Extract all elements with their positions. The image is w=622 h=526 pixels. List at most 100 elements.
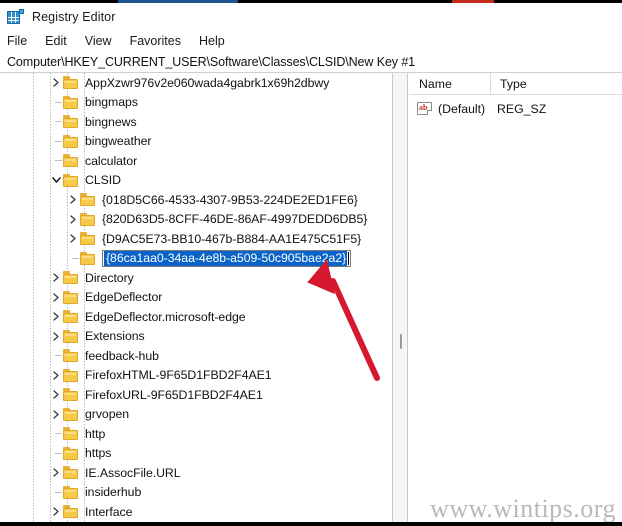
tree-elbow	[49, 93, 63, 113]
column-header-name[interactable]: Name	[409, 72, 491, 95]
tree-item-label: IE.AssocFile.URL	[85, 465, 181, 480]
menu-item-help[interactable]: Help	[199, 32, 234, 50]
chevron-down-icon[interactable]	[49, 171, 63, 191]
column-header-type[interactable]: Type	[491, 73, 622, 95]
tree-item-calculator[interactable]: calculator	[0, 151, 392, 171]
tree-item-directory[interactable]: Directory	[0, 268, 392, 288]
chevron-right-icon[interactable]	[49, 307, 63, 327]
tree-item-label: https	[85, 446, 112, 461]
tree-item-label: calculator	[85, 153, 138, 168]
folder-icon	[63, 485, 80, 499]
tree-item-018d5c66-4533-4307-9b53-224de2ed1fe6[interactable]: {018D5C66-4533-4307-9B53-224DE2ED1FE6}	[0, 190, 392, 210]
tree-item-bingmaps[interactable]: bingmaps	[0, 93, 392, 113]
tree-item-ie-assocfile-url[interactable]: IE.AssocFile.URL	[0, 463, 392, 483]
tree-item-feedback-hub[interactable]: feedback-hub	[0, 346, 392, 366]
tree-item-label: AppXzwr976v2e060wada4gabrk1x69h2dbwy	[85, 75, 330, 90]
chevron-right-icon[interactable]	[66, 229, 80, 249]
tree-item-label: feedback-hub	[85, 348, 159, 363]
menu-item-favorites[interactable]: Favorites	[130, 32, 190, 50]
folder-icon	[63, 446, 80, 460]
menu-bar: File Edit View Favorites Help	[0, 30, 622, 52]
menu-item-file[interactable]: File	[7, 32, 36, 50]
window-title: Registry Editor	[32, 9, 116, 24]
tree-item-d9ac5e73-bb10-467b-b884-aa1e475c51f5[interactable]: {D9AC5E73-BB10-467b-B884-AA1E475C51F5}	[0, 229, 392, 249]
tree-elbow	[49, 483, 63, 503]
folder-icon	[63, 505, 80, 519]
chevron-right-icon[interactable]	[49, 73, 63, 93]
tree-item-bingnews[interactable]: bingnews	[0, 112, 392, 132]
tree-item-insiderhub[interactable]: insiderhub	[0, 483, 392, 503]
chevron-right-icon[interactable]	[49, 405, 63, 425]
registry-values-pane[interactable]: Name Type ab (Default) REG_SZ	[409, 72, 622, 522]
chevron-right-icon[interactable]	[66, 190, 80, 210]
tree-item-firefoxhtml-9f65d1fbd2f4ae1[interactable]: FirefoxHTML-9F65D1FBD2F4AE1	[0, 366, 392, 386]
tree-item-label: grvopen	[85, 407, 130, 422]
registry-tree-pane[interactable]: AppXzwr976v2e060wada4gabrk1x69h2dbwy bing…	[0, 73, 392, 522]
tree-elbow	[49, 132, 63, 152]
tree-item-clsid[interactable]: CLSID	[0, 171, 392, 191]
tree-item-label: Extensions	[85, 329, 145, 344]
tree-item-820d63d5-8cff-46de-86af-4997dedd6db5[interactable]: {820D63D5-8CFF-46DE-86AF-4997DEDD6DB5}	[0, 210, 392, 230]
tree-item-bingweather[interactable]: bingweather	[0, 132, 392, 152]
chevron-right-icon[interactable]	[49, 288, 63, 308]
tree-item-edgedeflector-microsoft-edge[interactable]: EdgeDeflector.microsoft-edge	[0, 307, 392, 327]
tree-item-label: bingnews	[85, 114, 137, 129]
tree-item-label: http	[85, 426, 106, 441]
folder-icon	[63, 95, 80, 109]
tree-item-label: {018D5C66-4533-4307-9B53-224DE2ED1FE6}	[102, 192, 358, 207]
chevron-right-icon[interactable]	[49, 268, 63, 288]
tree-item-label: FirefoxURL-9F65D1FBD2F4AE1	[85, 387, 263, 402]
tree-item-label: Directory	[85, 270, 134, 285]
pane-splitter[interactable]	[392, 73, 408, 522]
tree-item-label: bingmaps	[85, 95, 138, 110]
tree-elbow	[49, 112, 63, 132]
tree-elbow	[49, 346, 63, 366]
tree-item-grvopen[interactable]: grvopen	[0, 405, 392, 425]
table-row[interactable]: ab (Default) REG_SZ	[409, 99, 622, 118]
tree-item-label: EdgeDeflector.microsoft-edge	[85, 309, 246, 324]
registry-icon	[7, 8, 24, 25]
folder-icon	[80, 232, 97, 246]
tree-item-edgedeflector[interactable]: EdgeDeflector	[0, 288, 392, 308]
folder-icon	[80, 193, 97, 207]
value-type: REG_SZ	[497, 101, 547, 116]
chevron-right-icon[interactable]	[49, 502, 63, 522]
registry-tree-list: AppXzwr976v2e060wada4gabrk1x69h2dbwy bing…	[0, 73, 392, 522]
menu-item-view[interactable]: View	[85, 32, 121, 50]
registry-editor-window: Registry Editor File Edit View Favorites…	[0, 0, 622, 526]
text-caret	[348, 251, 350, 265]
tree-item-interface[interactable]: Interface	[0, 502, 392, 522]
chevron-right-icon[interactable]	[49, 327, 63, 347]
tree-item-http[interactable]: http	[0, 424, 392, 444]
folder-icon	[63, 115, 80, 129]
menu-item-edit[interactable]: Edit	[45, 32, 76, 50]
tree-elbow	[66, 249, 80, 269]
folder-icon	[80, 251, 97, 265]
site-watermark: www.wintips.org	[430, 494, 616, 523]
chevron-right-icon[interactable]	[49, 463, 63, 483]
chevron-right-icon[interactable]	[49, 366, 63, 386]
tree-item-extensions[interactable]: Extensions	[0, 327, 392, 347]
tree-item-label: Interface	[85, 504, 133, 519]
tree-item-firefoxurl-9f65d1fbd2f4ae1[interactable]: FirefoxURL-9F65D1FBD2F4AE1	[0, 385, 392, 405]
window-bottom-edge	[0, 522, 622, 526]
value-name: (Default)	[438, 101, 486, 116]
folder-icon	[63, 427, 80, 441]
tree-item-https[interactable]: https	[0, 444, 392, 464]
splitter-grip[interactable]	[400, 334, 402, 349]
folder-icon	[63, 349, 80, 363]
editor-panes: AppXzwr976v2e060wada4gabrk1x69h2dbwy bing…	[0, 72, 622, 522]
tree-item-label: {D9AC5E73-BB10-467b-B884-AA1E475C51F5}	[102, 231, 362, 246]
key-rename-input[interactable]: {86ca1aa0-34aa-4e8b-a509-50c905bae2a2}	[102, 249, 352, 267]
tree-item-label: CLSID	[85, 173, 121, 188]
folder-icon	[63, 154, 80, 168]
tree-item-86ca1aa0-34aa-4e8b-a509-50c905bae2a2[interactable]: {86ca1aa0-34aa-4e8b-a509-50c905bae2a2}	[0, 249, 392, 269]
folder-icon	[63, 271, 80, 285]
chevron-right-icon[interactable]	[66, 210, 80, 230]
chevron-right-icon[interactable]	[49, 385, 63, 405]
folder-icon	[63, 329, 80, 343]
values-column-header: Name Type	[409, 72, 622, 95]
tree-item-appxzwr976v2e060wada4gabrk1x69h2dbwy[interactable]: AppXzwr976v2e060wada4gabrk1x69h2dbwy	[0, 73, 392, 93]
folder-icon	[63, 134, 80, 148]
address-bar[interactable]: Computer\HKEY_CURRENT_USER\Software\Clas…	[0, 52, 622, 73]
